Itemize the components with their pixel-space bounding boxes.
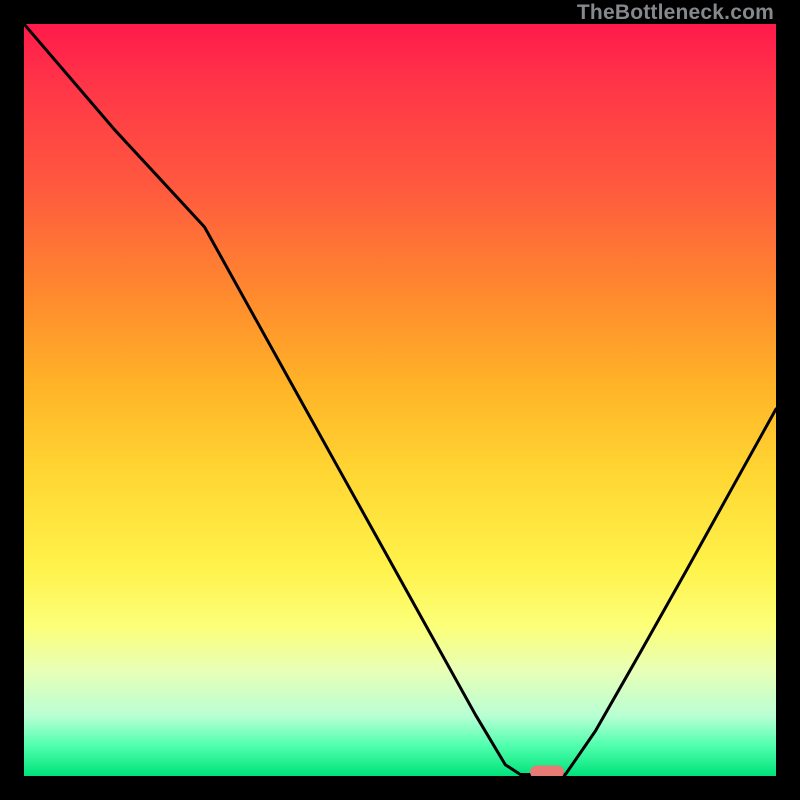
watermark-text: TheBottleneck.com bbox=[577, 1, 774, 25]
chart-frame: TheBottleneck.com bbox=[0, 0, 800, 800]
bottleneck-curve bbox=[24, 24, 776, 775]
plot-area bbox=[24, 24, 776, 776]
bottleneck-marker bbox=[530, 766, 564, 776]
curve-svg bbox=[24, 24, 776, 776]
